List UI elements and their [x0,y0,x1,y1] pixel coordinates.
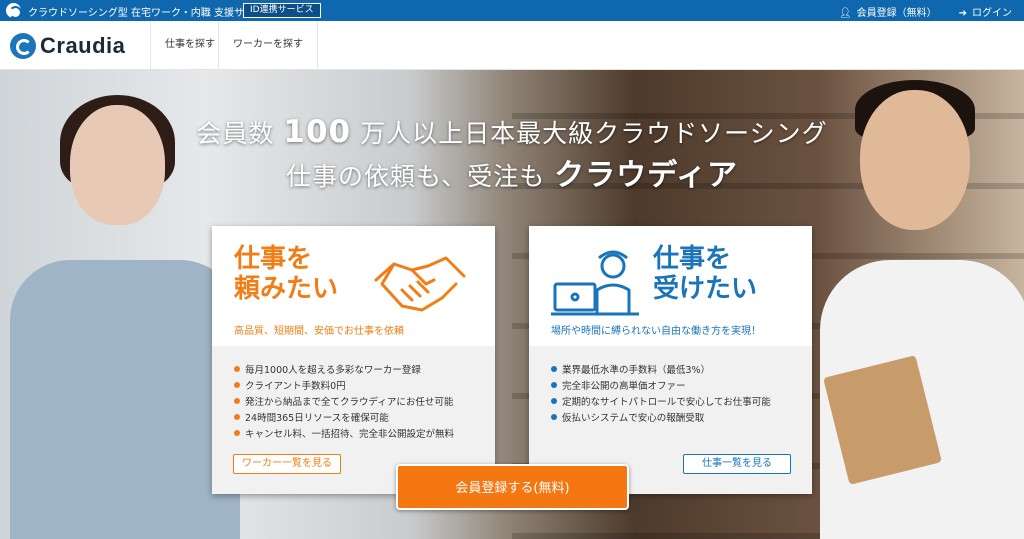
craudia-logo-icon[interactable] [6,3,22,19]
login-link[interactable]: ➔ ログイン [959,4,1012,19]
list-item: 業界最低水準の手数料（最低3%） [551,363,771,379]
nav-find-workers[interactable]: ワーカーを探す [218,21,318,69]
list-item: 定期的なサイトパトロールで安心してお仕事可能 [551,395,771,411]
member-count: 100 [283,114,352,150]
list-item: 毎月1000人を超える多彩なワーカー登録 [234,363,454,379]
handshake-icon [374,256,466,312]
client-card-description: 高品質、短期間、安価でお仕事を依頼 [234,326,404,337]
hero-section: 会員数 100 万人以上日本最大級クラウドソーシング 仕事の依頼も、受注も クラ… [0,70,1024,539]
brand-katakana: クラウディア [554,158,739,193]
register-link[interactable]: 👤︎ 会員登録（無料） [839,4,937,19]
worker-card-title: 仕事を 受けたい [653,244,758,304]
list-item: 仮払いシステムで安心の報酬受取 [551,411,771,427]
brand-logo[interactable]: Craudia [10,31,125,61]
client-card: 仕事を 頼みたい 高品質、短期間、安価でお仕事を依頼 毎月1000人を超える多彩… [212,226,495,494]
headline-line-1: 会員数 100 万人以上日本最大級クラウドソーシング [196,114,828,150]
client-benefits-list: 毎月1000人を超える多彩なワーカー登録 クライアント手数料0円 発注から納品ま… [234,363,454,443]
view-jobs-button[interactable]: 仕事一覧を見る [683,454,791,474]
hero-headline: 会員数 100 万人以上日本最大級クラウドソーシング 仕事の依頼も、受注も クラ… [0,114,1024,194]
headline-line-2: 仕事の依頼も、受注も クラウディア [285,158,739,193]
view-workers-button[interactable]: ワーカー一覧を見る [233,454,341,474]
list-item: 発注から納品まで全てクラウディアにお任せ可能 [234,395,454,411]
top-bar-actions: 👤︎ 会員登録（無料） ➔ ログイン [839,4,1012,19]
login-icon: ➔ [958,8,967,19]
brand-mark-icon [10,33,36,59]
list-item: キャンセル料、一括招待、完全非公開設定が無料 [234,427,454,443]
register-free-button[interactable]: 会員登録する(無料) [396,464,629,510]
main-nav: Craudia 仕事を探す ワーカーを探す [0,21,1024,70]
user-icon: 👤︎ [838,8,852,19]
client-card-title: 仕事を 頼みたい [234,244,339,304]
brand-name: Craudia [40,33,126,58]
worker-laptop-icon [551,250,639,316]
worker-card: 仕事を 受けたい 場所や時間に縛られない自由な働き方を実現！ 業界最低水準の手数… [529,226,812,494]
list-item: 24時間365日リソースを確保可能 [234,411,454,427]
list-item: 完全非公開の高単価オファー [551,379,771,395]
top-bar: クラウドソーシング型 在宅ワーク・内職 支援サービス ID連携サービス 👤︎ 会員… [0,0,1024,21]
service-tagline: クラウドソーシング型 在宅ワーク・内職 支援サービス [28,8,274,19]
worker-card-description: 場所や時間に縛られない自由な働き方を実現！ [551,326,761,337]
worker-benefits-list: 業界最低水準の手数料（最低3%） 完全非公開の高単価オファー 定期的なサイトパト… [551,363,771,427]
id-link-badge[interactable]: ID連携サービス [243,3,321,18]
list-item: クライアント手数料0円 [234,379,454,395]
